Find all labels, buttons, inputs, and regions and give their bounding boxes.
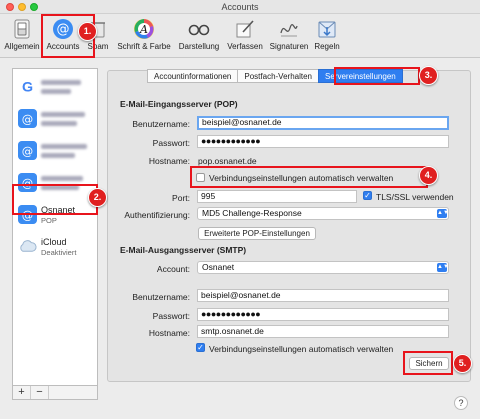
- incoming-password-field[interactable]: ●●●●●●●●●●●●: [197, 135, 449, 148]
- tab-postfach-verhalten[interactable]: Postfach-Verhalten: [237, 69, 319, 83]
- at-sign-icon: @: [18, 109, 37, 128]
- step-badge-1: 1.: [78, 22, 97, 41]
- account-list-footer: + −: [12, 386, 98, 400]
- toolbar-schrift-farbe[interactable]: A Schrift & Farbe: [114, 16, 174, 56]
- outgoing-account-label: Account:: [156, 264, 190, 274]
- advanced-pop-settings-button[interactable]: Erweiterte POP-Einstellungen: [198, 227, 316, 240]
- select-arrow-icon: ▲▼: [437, 263, 449, 272]
- toolbar-regeln[interactable]: Regeln: [312, 16, 342, 56]
- incoming-hostname-label: Hostname:: [148, 156, 190, 166]
- account-name: iCloud: [41, 237, 67, 247]
- outgoing-password-field[interactable]: ●●●●●●●●●●●●: [197, 308, 449, 321]
- port-label: Port:: [172, 193, 190, 203]
- port-field[interactable]: 995: [197, 190, 357, 203]
- blurred-account-name: [41, 144, 87, 149]
- toolbar-label: Schrift & Farbe: [117, 42, 171, 51]
- outgoing-hostname-field[interactable]: smtp.osnanet.de: [197, 325, 449, 338]
- title-bar: Accounts: [0, 0, 480, 14]
- rules-icon: [318, 21, 336, 38]
- font-color-icon: A: [134, 19, 154, 39]
- blurred-account-detail: [41, 89, 71, 94]
- tls-label: TLS/SSL verwenden: [376, 192, 454, 202]
- account-type: POP: [41, 216, 57, 225]
- google-icon: G: [22, 79, 33, 95]
- incoming-username-field[interactable]: beispiel@osnanet.de: [197, 116, 449, 130]
- outgoing-auto-manage-label: Verbindungseinstellungen automatisch ver…: [209, 344, 394, 354]
- help-button[interactable]: ?: [454, 396, 468, 410]
- svg-text:@: @: [22, 112, 33, 126]
- svg-text:A: A: [139, 23, 148, 36]
- account-status: Deaktiviert: [41, 248, 77, 257]
- account-item[interactable]: @: [13, 103, 97, 134]
- step-badge-4: 4.: [419, 166, 438, 185]
- outgoing-hostname-label: Hostname:: [148, 328, 190, 338]
- toolbar-label: Verfassen: [227, 42, 263, 51]
- outgoing-password-label: Passwort:: [152, 311, 190, 321]
- blurred-account-name: [41, 112, 85, 117]
- outgoing-account-select[interactable]: Osnanet ▲▼: [197, 261, 449, 274]
- toolbar-darstellung[interactable]: Darstellung: [176, 16, 222, 56]
- highlight-servereinstellungen-tab: [334, 67, 420, 85]
- toolbar-label: Allgemein: [4, 42, 40, 51]
- blurred-account-name: [41, 176, 83, 181]
- incoming-section-title: E-Mail-Eingangsserver (POP): [120, 99, 238, 109]
- blurred-account-name: [41, 80, 81, 85]
- svg-text:@: @: [22, 144, 33, 158]
- highlight-save-button: [403, 351, 453, 375]
- toolbar-verfassen[interactable]: Verfassen: [224, 16, 266, 56]
- step-badge-2: 2.: [88, 188, 107, 207]
- select-arrow-icon: ▲▼: [437, 209, 449, 218]
- step-badge-5: 5.: [453, 354, 472, 373]
- incoming-username-label: Benutzername:: [132, 119, 190, 129]
- incoming-hostname-value: pop.osnanet.de: [198, 156, 257, 166]
- glasses-icon: [188, 24, 210, 36]
- toolbar-signaturen[interactable]: Signaturen: [268, 16, 310, 56]
- outgoing-username-label: Benutzername:: [132, 292, 190, 302]
- highlight-osnanet-account: [12, 184, 98, 215]
- account-item[interactable]: G: [13, 71, 97, 102]
- auth-select-value: MD5 Challenge-Response: [202, 208, 302, 218]
- auth-label: Authentifizierung:: [124, 210, 190, 220]
- at-sign-icon: @: [18, 141, 37, 160]
- outgoing-auto-manage-checkbox[interactable]: ✓: [196, 343, 205, 352]
- incoming-password-label: Passwort:: [152, 138, 190, 148]
- account-list: G @ @ @ @ Osnanet POP iCloud Deaktiviert: [12, 68, 98, 386]
- auth-select[interactable]: MD5 Challenge-Response ▲▼: [197, 207, 449, 220]
- remove-account-button[interactable]: −: [31, 386, 49, 399]
- account-item-icloud[interactable]: iCloud Deaktiviert: [13, 231, 97, 262]
- signature-icon: [280, 23, 298, 37]
- toolbar-label: Darstellung: [178, 42, 220, 51]
- blurred-account-detail: [41, 153, 75, 158]
- compose-icon: [236, 20, 254, 38]
- outgoing-account-value: Osnanet: [202, 262, 235, 272]
- toolbar-allgemein[interactable]: Allgemein: [2, 16, 42, 56]
- window-title: Accounts: [221, 2, 259, 12]
- step-badge-3: 3.: [419, 66, 438, 85]
- add-account-button[interactable]: +: [13, 386, 31, 399]
- highlight-auto-manage-checkbox: [190, 166, 428, 188]
- toolbar-label: Signaturen: [269, 42, 309, 51]
- outgoing-username-field[interactable]: beispiel@osnanet.de: [197, 289, 449, 302]
- outgoing-section-title: E-Mail-Ausgangsserver (SMTP): [120, 245, 247, 255]
- account-item[interactable]: @: [13, 135, 97, 166]
- tls-checkbox[interactable]: ✓: [363, 191, 372, 200]
- svg-text:G: G: [22, 79, 33, 95]
- switch-icon: [14, 19, 30, 39]
- blurred-account-detail: [41, 121, 77, 126]
- cloud-icon: [20, 240, 37, 252]
- tab-accountinformationen[interactable]: Accountinformationen: [147, 69, 239, 83]
- toolbar-label: Regeln: [314, 42, 340, 51]
